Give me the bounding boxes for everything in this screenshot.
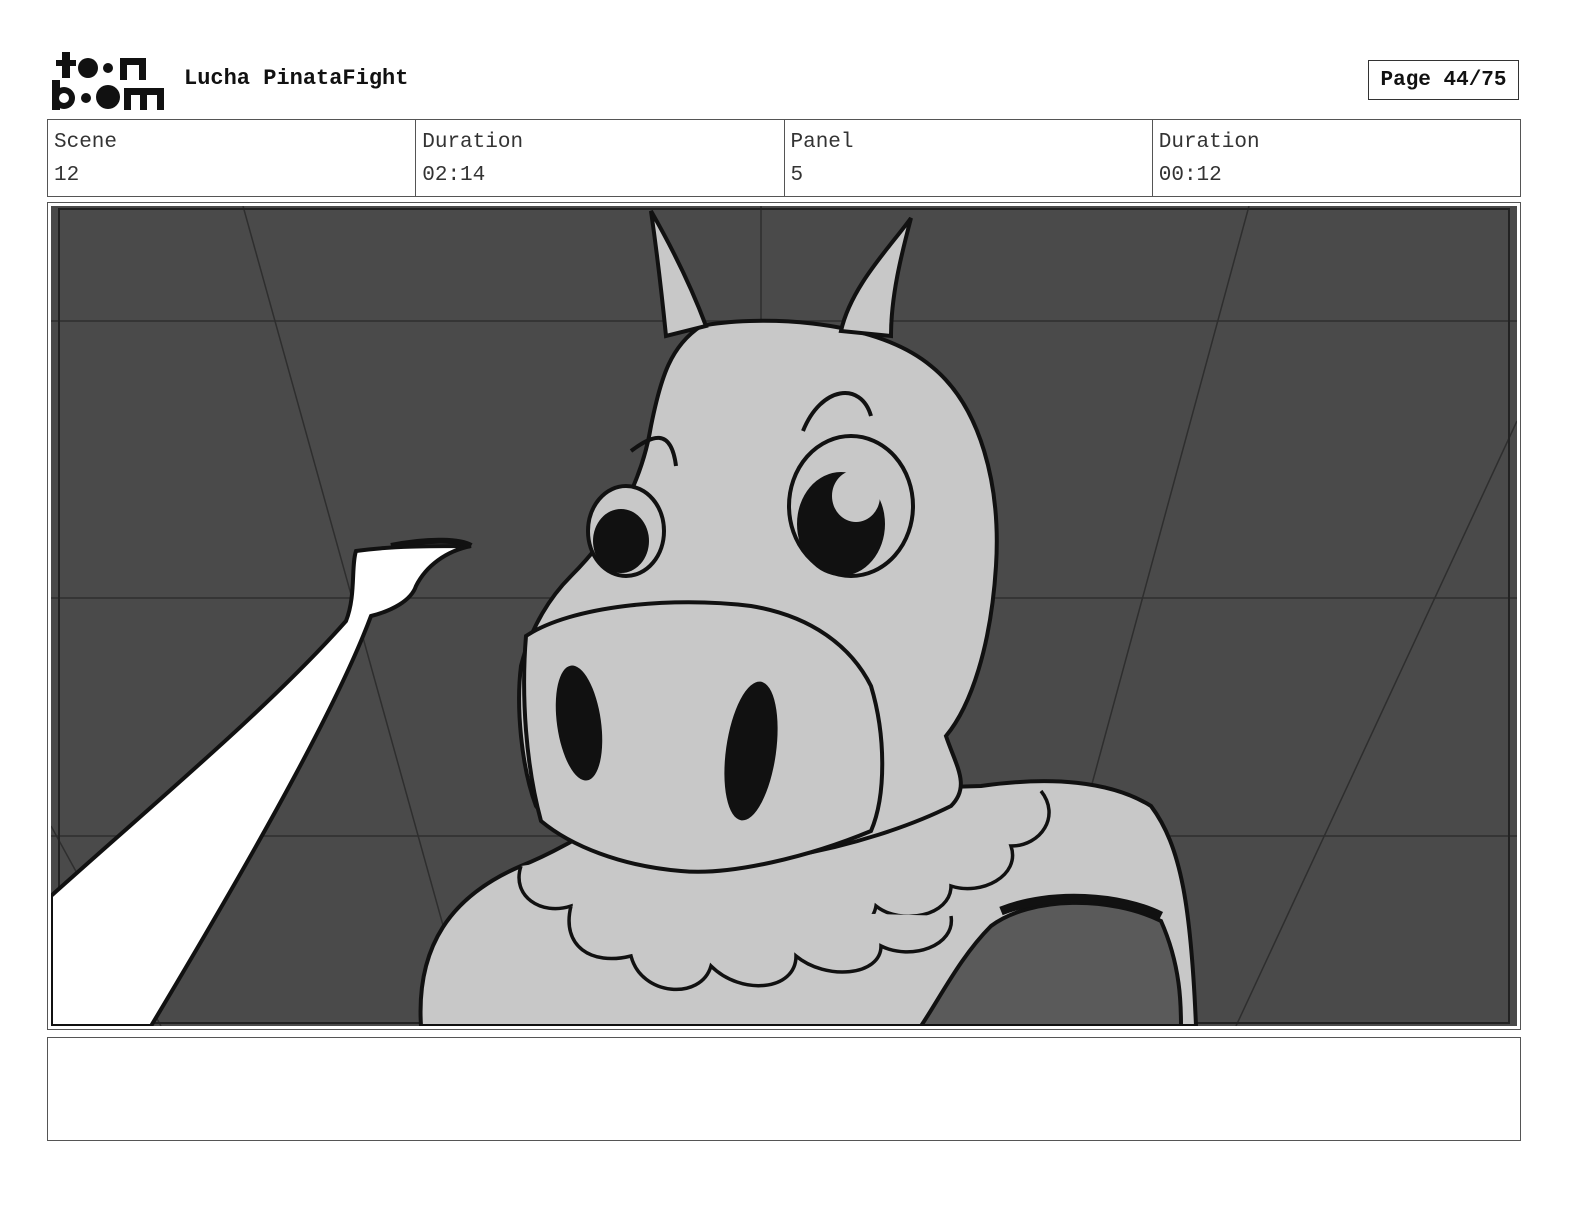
- scene-duration-cell: Duration 02:14: [415, 120, 783, 196]
- page-indicator: Page 44/75: [1368, 60, 1519, 100]
- panel-notes-area[interactable]: [47, 1037, 1521, 1141]
- scene-duration-value: 02:14: [422, 164, 486, 187]
- scene-duration-label: Duration: [422, 131, 524, 154]
- project-title: Lucha PinataFight: [184, 66, 409, 91]
- panel-cell: Panel 5: [783, 120, 1152, 196]
- storyboard-panel-image: [51, 206, 1517, 1026]
- scene-value: 12: [54, 164, 80, 187]
- panel-duration-cell: Duration 00:12: [1151, 120, 1520, 196]
- scene-cell: Scene 12: [48, 120, 415, 196]
- panel-duration-value: 00:12: [1158, 164, 1222, 187]
- scene-label: Scene: [54, 131, 118, 154]
- panel-label: Panel: [790, 131, 854, 154]
- toonboom-logo: [52, 50, 164, 114]
- scene-info-row: Scene 12 Duration 02:14 Panel 5 Duration…: [47, 119, 1521, 197]
- panel-value: 5: [790, 164, 804, 187]
- panel-duration-label: Duration: [1158, 131, 1260, 154]
